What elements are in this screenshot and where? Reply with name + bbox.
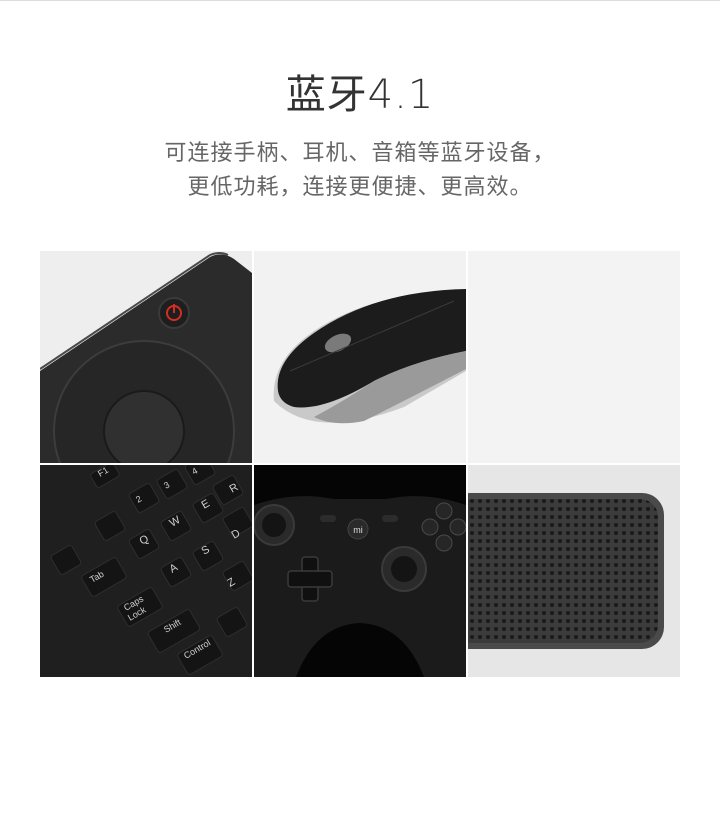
speaker-image	[468, 465, 680, 677]
product-grid: F1 2 3 4 Q W E R A S D Z Tab Caps Lock S…	[40, 251, 680, 677]
description-line-2: 更低功耗，连接更便捷、更高效。	[187, 175, 533, 200]
section-title: 蓝牙4.1	[285, 72, 435, 118]
mi-logo: mi	[353, 525, 363, 535]
description-line-1: 可连接手柄、耳机、音箱等蓝牙设备，	[164, 141, 556, 166]
keyboard-image: F1 2 3 4 Q W E R A S D Z Tab Caps Lock S…	[40, 465, 252, 677]
remote-image	[40, 251, 252, 463]
gamepad-image: mi	[254, 465, 466, 677]
blank-tile	[468, 251, 680, 463]
top-divider	[0, 0, 720, 1]
mouse-image	[254, 251, 466, 463]
